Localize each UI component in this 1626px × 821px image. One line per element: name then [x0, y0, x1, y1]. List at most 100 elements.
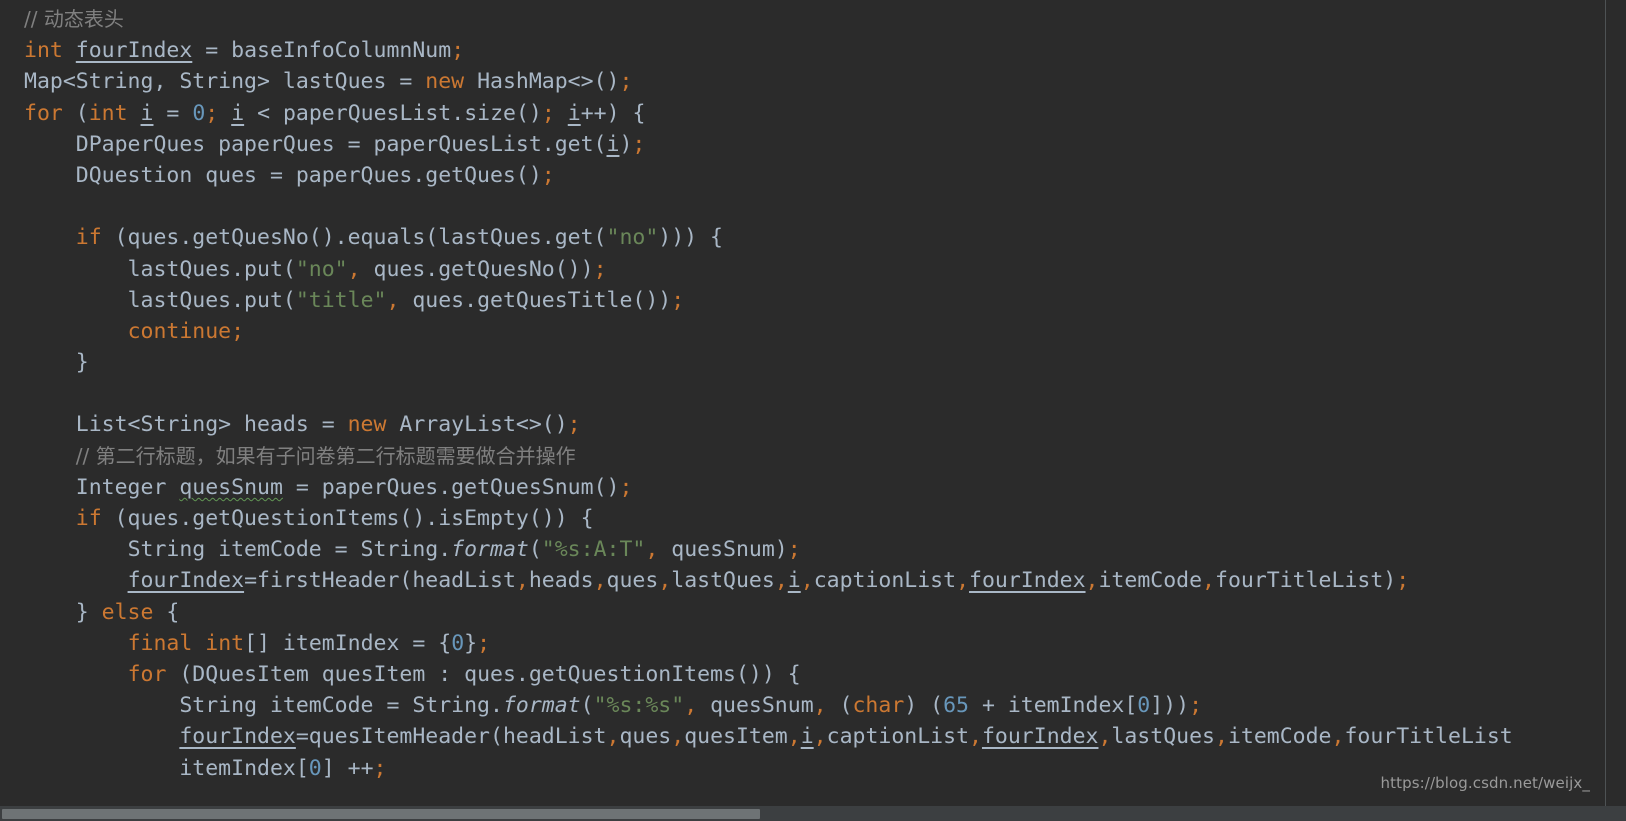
- token-id: ques: [619, 724, 672, 750]
- token-id: (: [62, 100, 89, 126]
- token-semi: ;: [373, 755, 387, 781]
- token-id: (ques.getQuestionItems().isEmpty()) {: [101, 506, 594, 531]
- token-comma: ,: [813, 693, 827, 719]
- token-kw: int: [24, 38, 63, 64]
- token-comma: ,: [774, 568, 788, 594]
- token-comma: ,: [956, 568, 970, 594]
- code-line: for (int i = 0; i < paperQuesList.size()…: [0, 98, 1513, 129]
- token-id: + itemIndex[: [969, 693, 1138, 719]
- token-kw: continue: [127, 318, 232, 344]
- token-id: (: [528, 537, 542, 563]
- code-content[interactable]: // 动态表头 int fourIndex = baseInfoColumnNum…: [0, 0, 1513, 784]
- token-kw: if: [75, 506, 102, 531]
- token-id: [] itemIndex = {: [244, 630, 452, 656]
- token-id: quesSnum): [658, 537, 788, 563]
- token-id: lastQues: [671, 568, 775, 594]
- token-semi: ;: [541, 162, 555, 188]
- token-id: =: [153, 100, 193, 126]
- token-id: [128, 101, 141, 126]
- token-semi: ;: [671, 287, 685, 313]
- code-line: int fourIndex = baseInfoColumnNum;: [0, 35, 1513, 66]
- token-id: itemIndex[: [179, 755, 309, 781]
- token-id: =firstHeader(headList: [244, 568, 516, 594]
- token-comma: ,: [515, 568, 529, 594]
- token-kw: else: [101, 599, 154, 625]
- code-editor[interactable]: // 动态表头 int fourIndex = baseInfoColumnNum…: [0, 0, 1626, 821]
- token-kw: int: [205, 630, 245, 656]
- token-id: ) (: [904, 693, 944, 719]
- token-id: ): [619, 131, 633, 157]
- token-comma: ,: [347, 256, 361, 282]
- token-id: itemCode: [1098, 568, 1203, 594]
- token-comma: ,: [1202, 568, 1215, 594]
- code-line: // 动态表头: [0, 4, 1513, 35]
- token-comma: ,: [813, 724, 827, 750]
- watermark: https://blog.csdn.net/weijx_: [1380, 773, 1590, 792]
- token-str: "no": [606, 225, 659, 251]
- token-id: quesItem: [684, 724, 788, 750]
- token-comma: ,: [969, 724, 982, 750]
- token-comma: ,: [800, 568, 814, 594]
- token-cmt: // 动态表头: [24, 7, 124, 31]
- code-line: DQuestion ques = paperQues.getQues();: [0, 160, 1513, 191]
- token-fld: i: [606, 131, 620, 157]
- code-line: String itemCode = String.format("%s:%s",…: [0, 690, 1513, 721]
- token-comma: ,: [606, 724, 620, 750]
- token-id: =quesItemHeader(headList: [295, 724, 607, 750]
- token-id: lastQues.put(: [127, 287, 296, 313]
- token-id: ques.getQuesNo()): [360, 256, 594, 282]
- token-id: [218, 101, 231, 126]
- token-comma: ,: [1214, 724, 1228, 750]
- token-id: String itemCode = String.: [179, 693, 503, 719]
- token-id: ques.getQuesTitle()): [399, 287, 672, 313]
- token-kw: for: [24, 100, 63, 126]
- token-id: Integer: [75, 474, 180, 500]
- code-line: itemIndex[0] ++;: [0, 753, 1513, 784]
- token-id: HashMap<>(): [464, 69, 620, 95]
- token-semi: ;: [1396, 568, 1410, 594]
- token-comma: ,: [1085, 568, 1099, 594]
- token-semi: ;: [632, 131, 646, 157]
- token-kw: char: [852, 693, 905, 719]
- token-id: fourTitleList: [1344, 724, 1513, 750]
- horizontal-scrollbar[interactable]: [0, 806, 1626, 821]
- token-comma: ,: [386, 287, 400, 313]
- token-kw: final: [127, 630, 193, 656]
- token-id: ))) {: [658, 225, 724, 251]
- token-id: captionList: [813, 568, 957, 594]
- horizontal-scrollbar-thumb[interactable]: [2, 809, 760, 819]
- token-comma: ,: [787, 724, 801, 750]
- token-id: (ques.getQuesNo().equals(lastQues.get(: [101, 225, 607, 251]
- token-fld: fourIndex: [179, 724, 296, 750]
- token-id: String itemCode = String.: [127, 537, 452, 563]
- code-line: // 第二行标题，如果有子问卷第二行标题需要做合并操作: [0, 441, 1513, 472]
- token-meth: format: [451, 537, 529, 563]
- token-id: (: [826, 693, 853, 719]
- token-fld: i: [567, 100, 581, 126]
- code-line: String itemCode = String.format("%s:A:T"…: [0, 534, 1513, 565]
- vertical-scrollbar[interactable]: [1605, 0, 1606, 806]
- token-id: = baseInfoColumnNum: [192, 38, 452, 64]
- token-id: }: [464, 630, 478, 656]
- token-semi: ;: [477, 630, 491, 656]
- token-semi: ;: [205, 100, 219, 126]
- code-line: Integer quesSnum = paperQues.getQuesSnum…: [0, 472, 1513, 503]
- token-semi: ;: [451, 38, 465, 64]
- token-num: 0: [308, 755, 322, 781]
- code-line: Map<String, String> lastQues = new HashM…: [0, 66, 1513, 97]
- token-fld: fourIndex: [127, 568, 245, 594]
- token-comma: ,: [1331, 724, 1345, 750]
- token-comma: ,: [658, 568, 672, 594]
